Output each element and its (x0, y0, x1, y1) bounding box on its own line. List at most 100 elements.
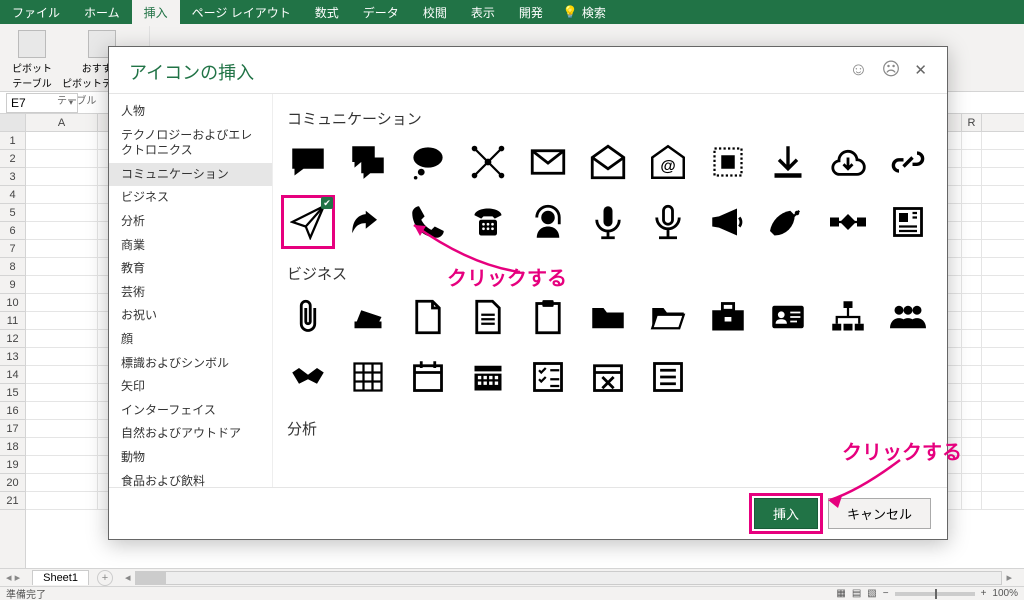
row-header[interactable]: 2 (0, 150, 25, 168)
calendar-icon[interactable] (405, 354, 451, 400)
frown-icon[interactable]: ☹ (882, 59, 901, 80)
list-icon[interactable] (645, 354, 691, 400)
category-item[interactable]: 芸術 (109, 281, 272, 305)
category-item[interactable]: 顔 (109, 328, 272, 352)
row-header[interactable]: 17 (0, 420, 25, 438)
zoom-in-icon[interactable]: + (981, 588, 987, 599)
briefcase-icon[interactable] (705, 294, 751, 340)
category-item[interactable]: 矢印 (109, 375, 272, 399)
row-header[interactable]: 15 (0, 384, 25, 402)
mic-icon[interactable] (585, 199, 631, 245)
thought-icon[interactable] (405, 139, 451, 185)
delete-cal-icon[interactable] (585, 354, 631, 400)
org-chart-icon[interactable] (825, 294, 871, 340)
share-icon[interactable] (345, 199, 391, 245)
row-header[interactable]: 20 (0, 474, 25, 492)
row-header[interactable]: 18 (0, 438, 25, 456)
sheet-tab[interactable]: Sheet1 (32, 570, 89, 585)
team-icon[interactable] (885, 294, 931, 340)
file-icon[interactable] (405, 294, 451, 340)
row-header[interactable]: 12 (0, 330, 25, 348)
satellite-icon[interactable] (825, 199, 871, 245)
view-page-icon[interactable]: ▤ (852, 588, 861, 599)
row-header[interactable]: 11 (0, 312, 25, 330)
category-item[interactable]: ビジネス (109, 186, 272, 210)
view-break-icon[interactable]: ▧ (867, 588, 876, 599)
at-mail-icon[interactable]: @ (645, 139, 691, 185)
stamp-icon[interactable] (705, 139, 751, 185)
category-item[interactable]: 食品および飲料 (109, 470, 272, 488)
category-item[interactable]: 動物 (109, 446, 272, 470)
zoom-slider[interactable] (895, 592, 975, 596)
horizontal-scrollbar[interactable]: ◂ ▸ (121, 571, 1016, 585)
folder-icon[interactable] (585, 294, 631, 340)
sheet-nav[interactable]: ◂ ▸ (0, 571, 26, 584)
row-header[interactable]: 5 (0, 204, 25, 222)
column-header[interactable]: R (962, 114, 982, 131)
name-box[interactable]: E7 ▾ (6, 93, 78, 113)
network-icon[interactable] (465, 139, 511, 185)
link-icon[interactable] (885, 139, 931, 185)
tab-pagelayout[interactable]: ページ レイアウト (180, 0, 303, 24)
tab-review[interactable]: 校閲 (411, 0, 459, 24)
tab-file[interactable]: ファイル (0, 0, 72, 24)
stapler-icon[interactable] (345, 294, 391, 340)
clipboard-icon[interactable] (525, 294, 571, 340)
category-item[interactable]: お祝い (109, 304, 272, 328)
handshake-icon[interactable] (285, 354, 331, 400)
tab-home[interactable]: ホーム (72, 0, 132, 24)
view-normal-icon[interactable]: ▦ (836, 588, 845, 599)
document-icon[interactable] (465, 294, 511, 340)
category-item[interactable]: 教育 (109, 257, 272, 281)
paper-plane-icon[interactable] (285, 199, 331, 245)
tell-me-search[interactable]: 💡 検索 (555, 4, 614, 21)
row-header[interactable]: 1 (0, 132, 25, 150)
mail-open-icon[interactable] (585, 139, 631, 185)
add-sheet-button[interactable]: + (97, 570, 113, 586)
speech-icon[interactable] (285, 139, 331, 185)
category-item[interactable]: コミュニケーション (109, 163, 272, 187)
chat-icon[interactable] (345, 139, 391, 185)
category-item[interactable]: 標識およびシンボル (109, 352, 272, 376)
tab-insert[interactable]: 挿入 (132, 0, 180, 24)
close-icon[interactable]: ✕ (914, 61, 927, 79)
tab-formulas[interactable]: 数式 (303, 0, 351, 24)
category-item[interactable]: 商業 (109, 234, 272, 258)
pivot-table-button[interactable]: ピボット テーブル (10, 28, 54, 92)
row-header[interactable]: 21 (0, 492, 25, 510)
select-all-corner[interactable] (0, 114, 25, 132)
zoom-out-icon[interactable]: − (883, 588, 889, 599)
row-header[interactable]: 8 (0, 258, 25, 276)
row-header[interactable]: 10 (0, 294, 25, 312)
column-header[interactable]: A (26, 114, 98, 131)
cancel-button[interactable]: キャンセル (828, 498, 931, 529)
id-card-icon[interactable] (765, 294, 811, 340)
row-header[interactable]: 13 (0, 348, 25, 366)
date-grid-icon[interactable] (465, 354, 511, 400)
category-item[interactable]: テクノロジーおよびエレクトロニクス (109, 124, 272, 163)
row-header[interactable]: 6 (0, 222, 25, 240)
smile-icon[interactable]: ☺ (849, 59, 867, 80)
satellite-dish-icon[interactable] (765, 199, 811, 245)
tab-data[interactable]: データ (351, 0, 411, 24)
row-header[interactable]: 16 (0, 402, 25, 420)
checklist-icon[interactable] (525, 354, 571, 400)
insert-button[interactable]: 挿入 (754, 498, 818, 529)
download-icon[interactable] (765, 139, 811, 185)
category-item[interactable]: インターフェイス (109, 399, 272, 423)
cloud-down-icon[interactable] (825, 139, 871, 185)
megaphone-icon[interactable] (705, 199, 751, 245)
category-item[interactable]: 自然およびアウトドア (109, 422, 272, 446)
category-item[interactable]: 人物 (109, 100, 272, 124)
row-header[interactable]: 14 (0, 366, 25, 384)
category-item[interactable]: 分析 (109, 210, 272, 234)
row-header[interactable]: 3 (0, 168, 25, 186)
row-header[interactable]: 9 (0, 276, 25, 294)
tab-developer[interactable]: 開発 (507, 0, 555, 24)
row-header[interactable]: 19 (0, 456, 25, 474)
row-header[interactable]: 4 (0, 186, 25, 204)
envelope-icon[interactable] (525, 139, 571, 185)
folder-open-icon[interactable] (645, 294, 691, 340)
row-header[interactable]: 7 (0, 240, 25, 258)
grid-icon[interactable] (345, 354, 391, 400)
